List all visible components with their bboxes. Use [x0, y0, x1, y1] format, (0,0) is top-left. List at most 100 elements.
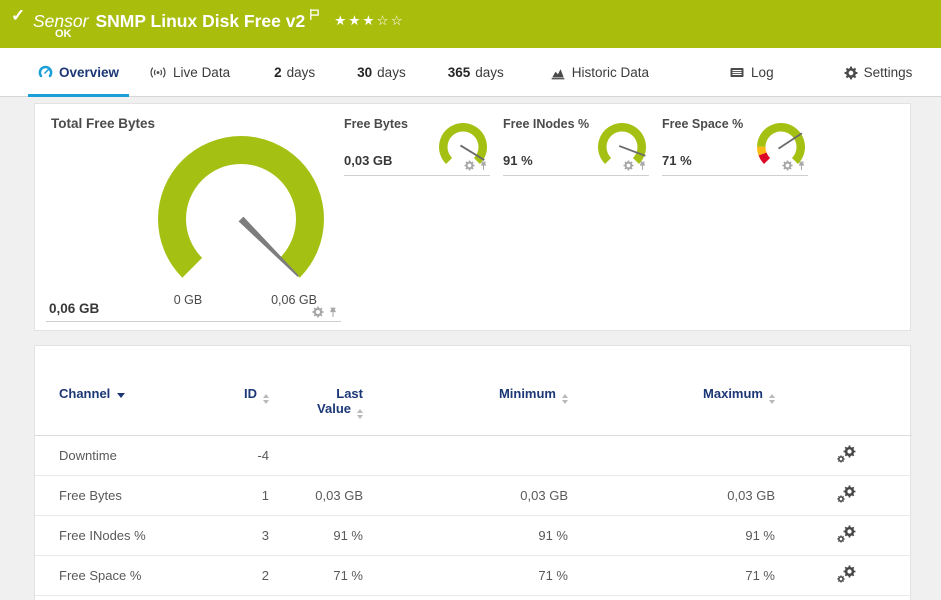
- cell-id: 3: [219, 515, 269, 556]
- gauge-settings-gear-icon[interactable]: [782, 160, 793, 171]
- tab-number: 365: [447, 65, 471, 80]
- column-header-id[interactable]: ID: [219, 346, 269, 436]
- column-header-minimum[interactable]: Minimum: [363, 346, 568, 436]
- sort-arrows-icon: [357, 409, 363, 419]
- cell-maximum: 91 %: [568, 515, 775, 556]
- cell-channel: Free Bytes: [35, 475, 219, 516]
- cell-last-value: 0,06 GB: [269, 595, 363, 600]
- mini-gauges-row: Free Bytes 0,03 GB Free INodes % 91 % Fr…: [344, 114, 808, 176]
- tab-label: Log: [751, 65, 774, 80]
- gauge-scale-max: 0,06 GB: [271, 293, 317, 307]
- tab-live-data[interactable]: Live Data: [139, 48, 240, 97]
- cell-maximum: 0,06 GB: [568, 595, 775, 600]
- sensor-header: ✓ Sensor SNMP Linux Disk Free v2 ★★★☆☆ OK: [0, 0, 941, 48]
- cell-last-value: 0,03 GB: [269, 475, 363, 516]
- column-header-maximum[interactable]: Maximum: [568, 346, 775, 436]
- column-label: Last: [336, 386, 363, 401]
- column-header-actions: [775, 346, 912, 436]
- sort-arrows-icon: [769, 394, 775, 404]
- table-row-free-space: Free Space % 2 71 % 71 % 71 %: [35, 555, 912, 596]
- channel-settings-icon[interactable]: [837, 565, 856, 583]
- table-row-total-free-bytes: Total Free Bytes 0 0,06 GB 0,06 GB 0,06 …: [35, 595, 912, 600]
- cell-channel: Free INodes %: [35, 515, 219, 556]
- priority-stars[interactable]: ★★★☆☆: [334, 13, 405, 28]
- cell-id: 1: [219, 475, 269, 516]
- cell-channel: Total Free Bytes: [35, 595, 219, 600]
- tab-2-days[interactable]: 2 days: [264, 48, 325, 97]
- gauge-widget-free-inodes: Free INodes % 91 %: [503, 114, 649, 176]
- tab-label: days: [377, 65, 406, 80]
- column-header-last-value[interactable]: Last Value: [269, 346, 363, 436]
- table-row-downtime: Downtime -4: [35, 435, 912, 476]
- gauges-panel: Total Free Bytes 0 GB 0,06 GB 0,06 GB Fr…: [34, 103, 911, 331]
- tab-label: days: [286, 65, 316, 80]
- gauge-pin-icon[interactable]: [328, 307, 338, 318]
- mini-gauge-title: Free Space %: [662, 117, 744, 131]
- tab-overview[interactable]: Overview: [28, 48, 130, 97]
- cell-minimum: 71 %: [363, 555, 568, 596]
- divider: [46, 321, 341, 322]
- status-ok-check-icon: ✓: [11, 6, 26, 25]
- gauge-pin-icon[interactable]: [479, 161, 488, 171]
- tab-number: 30: [357, 65, 373, 80]
- tab-number: 2: [274, 65, 282, 80]
- tab-historic-data[interactable]: Historic Data: [540, 48, 659, 97]
- tab-30-days[interactable]: 30 days: [347, 48, 416, 97]
- main-gauge-value: 0,06 GB: [49, 301, 100, 316]
- gauge-settings-gear-icon[interactable]: [464, 160, 475, 171]
- column-label: Channel: [59, 386, 111, 401]
- mini-gauge-value: 0,03 GB: [344, 153, 393, 168]
- page-title: SNMP Linux Disk Free v2: [95, 11, 306, 31]
- sort-arrows-icon: [562, 394, 568, 404]
- main-gauge: [158, 136, 324, 278]
- gauge-widget-free-space: Free Space % 71 %: [662, 114, 808, 176]
- table-row-free-bytes: Free Bytes 1 0,03 GB 0,03 GB 0,03 GB: [35, 475, 912, 516]
- channels-table: Channel ID Last Value Minimum Maximum Do…: [35, 346, 912, 600]
- gear-icon: [844, 66, 858, 80]
- gauge-widget-free-bytes: Free Bytes 0,03 GB: [344, 114, 490, 176]
- sensor-titleline: Sensor SNMP Linux Disk Free v2 ★★★☆☆: [33, 5, 405, 32]
- channel-settings-icon[interactable]: [837, 445, 856, 463]
- cell-minimum: 91 %: [363, 515, 568, 556]
- tab-label: Settings: [863, 65, 913, 80]
- tab-label: Live Data: [173, 65, 231, 80]
- cell-maximum: 0,03 GB: [568, 475, 775, 516]
- cell-last-value: [269, 435, 363, 476]
- mini-gauge-value: 91 %: [503, 153, 533, 168]
- channel-settings-icon[interactable]: [837, 485, 856, 503]
- cell-id: 2: [219, 555, 269, 596]
- tab-settings[interactable]: Settings: [834, 48, 923, 97]
- gauge-settings-gear-icon[interactable]: [623, 160, 634, 171]
- column-header-channel[interactable]: Channel: [35, 346, 219, 436]
- gauge-icon: [38, 65, 53, 80]
- column-label: Value: [317, 401, 351, 416]
- cell-minimum: 0,06 GB: [363, 595, 568, 600]
- flag-icon: [309, 5, 320, 26]
- tab-365-days[interactable]: 365 days: [438, 48, 514, 97]
- cell-minimum: 0,03 GB: [363, 475, 568, 516]
- channels-table-panel: Channel ID Last Value Minimum Maximum Do…: [34, 345, 912, 600]
- live-icon: [149, 65, 167, 80]
- cell-channel: Free Space %: [35, 555, 219, 596]
- tab-label: Overview: [59, 65, 120, 80]
- gauge-pin-icon[interactable]: [638, 161, 647, 171]
- sort-caret-icon: [117, 393, 126, 398]
- gauge-settings-gear-icon[interactable]: [312, 306, 324, 318]
- column-label: Minimum: [498, 386, 556, 401]
- mini-gauge-title: Free Bytes: [344, 117, 408, 131]
- cell-id: 0: [219, 595, 269, 600]
- tab-bar: Overview Live Data 2 days 30 days 365 da…: [0, 48, 941, 97]
- status-badge: OK: [55, 28, 72, 40]
- channel-settings-icon[interactable]: [837, 525, 856, 543]
- tab-log[interactable]: Log: [719, 48, 784, 97]
- tab-label: Historic Data: [571, 65, 650, 80]
- column-label: ID: [244, 386, 257, 401]
- cell-minimum: [363, 435, 568, 476]
- cell-id: -4: [219, 435, 269, 476]
- table-row-free-inodes: Free INodes % 3 91 % 91 % 91 %: [35, 515, 912, 556]
- cell-channel: Downtime: [35, 435, 219, 476]
- main-gauge-title: Total Free Bytes: [51, 116, 156, 131]
- sort-arrows-icon: [263, 394, 269, 404]
- log-icon: [729, 66, 745, 79]
- gauge-pin-icon[interactable]: [797, 161, 806, 171]
